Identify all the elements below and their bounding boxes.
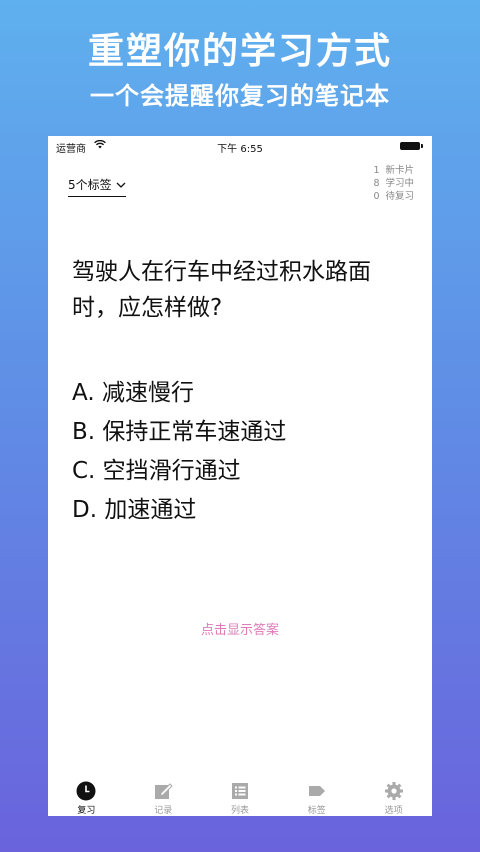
- tab-tags[interactable]: 标签: [278, 776, 355, 816]
- stat-label: 学习中: [385, 178, 414, 189]
- list-icon: [231, 783, 248, 799]
- card-stats: 1 新卡片 8 学习中 0 待复习: [361, 164, 414, 203]
- chevron-down-icon: [116, 182, 126, 188]
- card-question: 驾驶人在行车中经过积水路面时，应怎样做?: [72, 259, 371, 321]
- tab-label: 选项: [384, 806, 403, 816]
- stat-review: 0 待复习: [361, 190, 414, 203]
- option-c: C. 空挡滑行通过: [72, 458, 241, 484]
- tab-label: 标签: [307, 806, 326, 816]
- option-d: D. 加速通过: [72, 497, 197, 523]
- tab-label: 复习: [77, 806, 96, 816]
- promo-subtitle: 一个会提醒你复习的笔记本: [90, 82, 390, 110]
- tag-selector-label: 5个标签: [68, 178, 112, 192]
- gear-icon: [384, 782, 403, 800]
- tag-selector-dropdown[interactable]: 5个标签: [68, 176, 126, 197]
- status-bar: 运营商 下午 6:55: [48, 136, 432, 156]
- option-b: B. 保持正常车速通过: [72, 419, 287, 445]
- stat-count: 8: [373, 178, 380, 189]
- tag-icon: [308, 786, 325, 796]
- stat-count: 1: [373, 165, 380, 176]
- battery-icon: [400, 142, 423, 150]
- edit-icon: [155, 783, 173, 799]
- tab-options[interactable]: 选项: [355, 776, 432, 816]
- stat-learning: 8 学习中: [361, 177, 414, 190]
- stat-label: 待复习: [385, 191, 414, 202]
- stat-count: 0: [373, 191, 380, 202]
- option-a: A. 减速慢行: [72, 380, 194, 406]
- stat-label: 新卡片: [385, 165, 414, 176]
- tab-list[interactable]: 列表: [202, 776, 279, 816]
- phone-screen: 运营商 下午 6:55 5个标签 1 新卡片 8 学习中 0 待复习 驾驶人在行车中经…: [48, 136, 432, 816]
- clock-icon: [76, 781, 96, 801]
- tab-label: 记录: [154, 806, 173, 816]
- card-options: A. 减速慢行 B. 保持正常车速通过 C. 空挡滑行通过 D. 加速通过: [72, 374, 286, 530]
- tab-review[interactable]: 复习: [48, 776, 125, 816]
- tab-record[interactable]: 记录: [125, 776, 202, 816]
- clock-time: 下午 6:55: [217, 144, 263, 155]
- show-answer-button[interactable]: 点击显示答案: [48, 619, 432, 638]
- stat-new: 1 新卡片: [361, 164, 414, 177]
- tab-label: 列表: [230, 806, 249, 816]
- tab-bar: 复习 记录 列表 标签 选项: [48, 776, 432, 816]
- promo-title: 重塑你的学习方式: [87, 31, 392, 72]
